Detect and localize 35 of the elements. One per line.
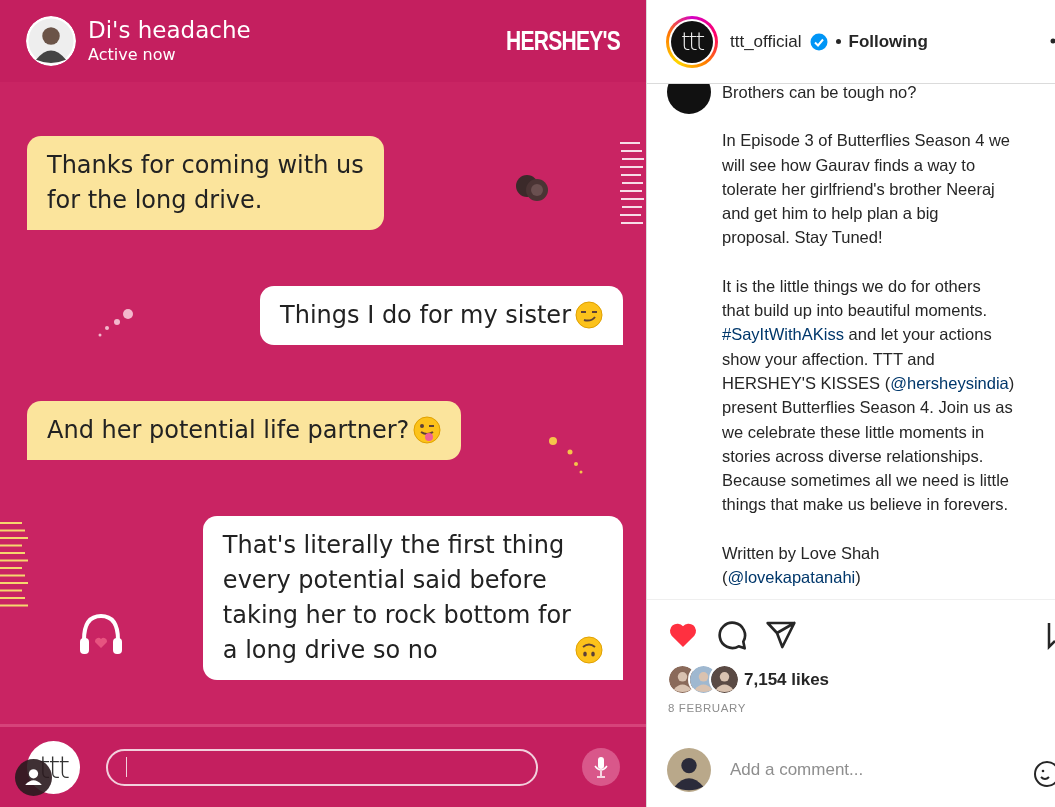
post-date: 8 FEBRUARY [667,701,747,714]
contact-name: Di's headache [88,16,252,44]
caption-text: It is the little things we do for others that build up into beautiful moments. #SayItWithAKiss and let your actions show your affection. TTT and HERSHEY'S KISSES (@hersheysindia) present Butterflies Season 4. Join us as we celebrate these little moments in stories across diverse relationships. Because sometimes all we need is little things that make us believe in forevers. [722,275,1015,516]
brand-logo: HERSHEY'S [506,25,620,57]
following-button[interactable]: Following [848,31,928,52]
message-bubble: Thanks for coming with us for the long drive. [27,136,384,230]
avatar-icon [667,748,711,792]
comment-field[interactable]: Add a comment... [728,759,1055,781]
mention-link[interactable]: @hersheysindia [890,373,1009,392]
message-bubble: That's literally the first thing every potential said before taking her to rock bottom for a long drive so no [202,516,623,680]
message-field[interactable] [106,748,538,786]
dots-drawing [548,436,584,476]
mic-icon [593,756,609,778]
username[interactable]: ttt_official [730,31,802,52]
contact-status: Active now [88,44,177,66]
emoji-icon [413,416,442,444]
more-icon[interactable] [1050,38,1055,44]
emoji-icon[interactable] [1033,760,1055,788]
emoji-icon [575,636,603,664]
likes-count[interactable]: 7,154 likes [744,669,830,690]
separator-dot-icon [835,39,841,44]
message-bubble: And her potential life partner? [27,401,462,460]
avatar-icon [26,16,76,66]
dots-drawing [97,308,133,338]
emoji-icon [575,301,603,329]
avatar-icon [709,664,740,695]
message-bubble: Things I do for my sister [260,286,623,345]
mention-link[interactable]: @lovekapatanahi [727,568,856,587]
share-icon[interactable] [765,619,797,651]
mic-button[interactable] [582,748,620,786]
hashtag-link[interactable]: #SayItWithAKiss [722,325,844,344]
comment-icon[interactable] [716,619,748,651]
caption-text: In Episode 3 of Butterflies Season 4 we will see how Gaurav finds a way to tolerate her girlfriend's brother Neeraj and get him to help plan a big proposal. Stay Tuned! [722,130,1011,249]
caption-text: Written by Love Shah (@lovekapatanahi) [722,542,881,589]
caption-text: Brothers can be tough no? [722,84,918,103]
